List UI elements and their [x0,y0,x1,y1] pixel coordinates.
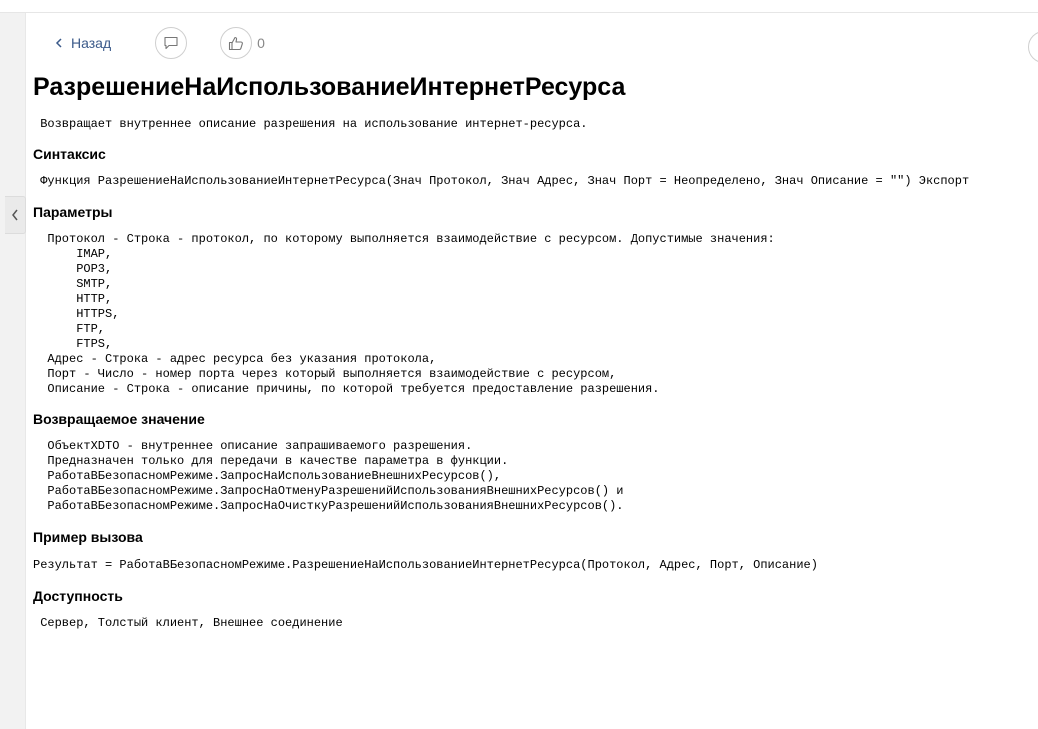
chevron-left-icon [12,209,18,221]
comment-button[interactable] [155,27,188,59]
back-link[interactable]: Назад [55,35,111,51]
article: РазрешениеНаИспользованиеИнтернетРесурса… [33,60,1038,631]
page-title: РазрешениеНаИспользованиеИнтернетРесурса [33,73,626,101]
like-count: 0 [257,35,265,51]
params-text: Протокол - Строка - протокол, по котором… [47,232,775,396]
left-sidebar [0,13,26,729]
thumbs-up-icon [229,36,244,50]
example-heading: Пример вызова [33,529,143,545]
chevron-left-icon [55,38,62,48]
syntax-heading: Синтаксис [33,146,106,162]
params-heading: Параметры [33,204,113,220]
returns-text: ОбъектXDTO - внутреннее описание запраши… [47,439,624,513]
description-text: Возвращает внутреннее описание разрешени… [33,117,588,131]
example-text: Результат = РаботаВБезопасномРежиме.Разр… [33,558,818,572]
comment-icon [164,36,178,50]
top-divider [0,12,1038,13]
back-label: Назад [71,35,112,51]
syntax-text: Функция РазрешениеНаИспользованиеИнтерне… [33,174,970,188]
availability-text: Сервер, Толстый клиент, Внешнее соединен… [33,616,343,630]
availability-heading: Доступность [33,588,123,604]
side-action-button[interactable] [1028,31,1038,63]
like-button[interactable] [220,27,253,59]
returns-heading: Возвращаемое значение [33,411,205,427]
sidebar-collapse-button[interactable] [5,196,26,234]
toolbar: Назад 0 [55,27,265,59]
